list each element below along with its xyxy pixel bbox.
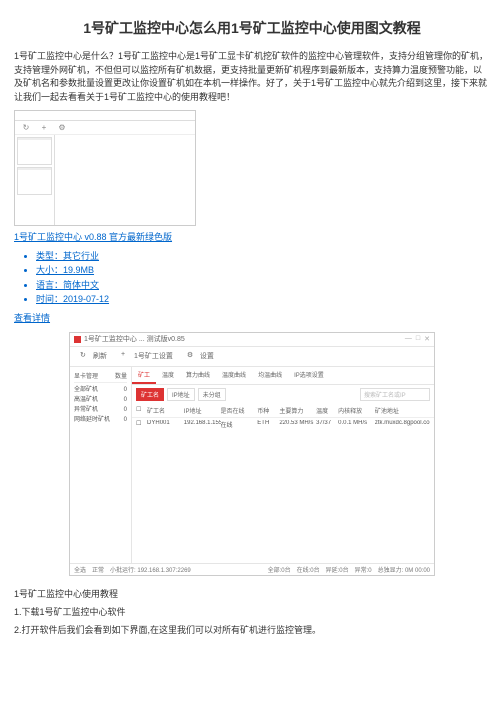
minimize-icon[interactable]: — — [405, 335, 412, 343]
plus-icon: + — [121, 351, 131, 361]
toolbar-refresh-label: 刷新 — [93, 351, 107, 361]
td-ip: 192.168.1.155 — [184, 420, 221, 429]
window-title-text: 1号矿工监控中心 ... 测试版v0.85 — [84, 334, 185, 344]
th-temp: 温度 — [316, 406, 338, 415]
footer-online: 在线:0台 — [297, 565, 320, 574]
tab-temp[interactable]: 温度 — [156, 367, 180, 384]
td-pool: ztk.muxdc.8gpool.com:8008 — [375, 420, 430, 429]
tab-temp-curve[interactable]: 温度曲线 — [216, 367, 252, 384]
td-online: 在线 — [221, 420, 258, 429]
close-icon[interactable]: ✕ — [424, 335, 430, 343]
footer-total-hash: 总独显力: 0M 00:00 — [378, 565, 430, 574]
td-temp: 37/37 — [316, 420, 338, 429]
tab-bar: 矿工 温度 算力曲线 温度曲线 均温曲线 IP选项设置 — [132, 367, 434, 385]
info-size[interactable]: 大小：19.9MB — [36, 263, 490, 277]
maximize-icon[interactable]: □ — [416, 335, 420, 343]
tab-avg-curve[interactable]: 均温曲线 — [252, 367, 288, 384]
th-pool: 矿池地址 — [375, 406, 430, 415]
side-header-name: 显卡管理 — [74, 371, 98, 380]
step-1: 1.下载1号矿工监控中心软件 — [14, 604, 490, 620]
td-name: DYH001 — [147, 420, 184, 429]
footer-abnormal: 异常:0 — [355, 565, 372, 574]
side-row-value: 0 — [124, 395, 127, 405]
toolbar-add-label: 1号矿工设置 — [134, 351, 173, 361]
section-heading: 1号矿工监控中心使用教程 — [14, 586, 490, 602]
side-row-value: 0 — [124, 385, 127, 395]
info-lang[interactable]: 语言：简体中文 — [36, 278, 490, 292]
th-hash: 主要算力 — [279, 406, 316, 415]
footer-batch: 小批运行: 192.168.1.307:2269 — [110, 565, 191, 574]
gear-icon: ⚙ — [57, 123, 67, 133]
thumb-main-area — [55, 135, 195, 225]
td-core: 0.0.1 MH/s — [338, 420, 375, 429]
main-screenshot: 1号矿工监控中心 ... 测试版v0.85 — □ ✕ ↻ 刷新 + 1号矿工设… — [69, 332, 435, 576]
side-row-label: 高温矿机 — [74, 395, 98, 405]
detail-link[interactable]: 查看详情 — [14, 311, 490, 324]
window-titlebar: 1号矿工监控中心 ... 测试版v0.85 — □ ✕ — [70, 333, 434, 347]
th-coin: 币种 — [257, 406, 279, 415]
toolbar-settings[interactable]: ⚙ 设置 — [187, 351, 214, 361]
refresh-icon: ↻ — [21, 123, 31, 133]
side-row-delay[interactable]: 网络延时矿机 0 — [74, 415, 127, 425]
footer-total: 全部:0台 — [268, 565, 291, 574]
footer-delay: 异延:0台 — [326, 565, 349, 574]
toolbar-refresh[interactable]: ↻ 刷新 — [80, 351, 107, 361]
toolbar-add[interactable]: + 1号矿工设置 — [121, 351, 173, 361]
td-hash: 220.53 MH/s — [279, 420, 316, 429]
app-icon — [74, 336, 81, 343]
footer-select-all[interactable]: 全选 — [74, 565, 86, 574]
side-row-label: 异常矿机 — [74, 405, 98, 415]
app-toolbar: ↻ 刷新 + 1号矿工设置 ⚙ 设置 — [70, 347, 434, 367]
tab-hash-curve[interactable]: 算力曲线 — [180, 367, 216, 384]
thumb-toolbar: ↻ + ⚙ — [15, 121, 195, 135]
refresh-icon: ↻ — [80, 351, 90, 361]
add-icon: + — [39, 123, 49, 133]
toolbar-settings-label: 设置 — [200, 351, 214, 361]
tab-miner[interactable]: 矿工 — [132, 367, 156, 384]
thumbnail-screenshot: ↻ + ⚙ — [14, 110, 196, 226]
th-ip: IP地址 — [184, 406, 221, 415]
download-link[interactable]: 1号矿工监控中心 v0.88 官方最新绿色版 — [14, 230, 490, 243]
main-panel: 矿工 温度 算力曲线 温度曲线 均温曲线 IP选项设置 矿工名 IP地址 未分组… — [132, 367, 434, 563]
side-row-label: 网络延时矿机 — [74, 415, 110, 425]
step-2: 2.打开软件后我们会看到如下界面,在这里我们可以对所有矿机进行监控管理。 — [14, 622, 490, 638]
sidebar: 显卡管理 数量 全部矿机 0 高温矿机 0 异常矿机 0 网络延时矿机 0 — [70, 367, 132, 563]
search-input[interactable]: 搜索矿工名或IP — [360, 388, 430, 401]
filter-ip[interactable]: IP地址 — [167, 388, 195, 401]
th-online: 是否在线 — [221, 406, 258, 415]
side-row-all[interactable]: 全部矿机 0 — [74, 385, 127, 395]
info-date[interactable]: 时间：2019-07-12 — [36, 292, 490, 306]
thumb-titlebar — [15, 111, 195, 121]
th-core: 内核释放 — [338, 406, 375, 415]
th-checkbox[interactable]: ☐ — [136, 406, 147, 415]
side-row-label: 全部矿机 — [74, 385, 98, 395]
side-row-value: 0 — [124, 405, 127, 415]
status-bar: 全选 正常 小批运行: 192.168.1.307:2269 全部:0台 在线:… — [70, 563, 434, 575]
side-row-value: 0 — [124, 415, 127, 425]
intro-paragraph: 1号矿工监控中心是什么？1号矿工监控中心是1号矿工显卡矿机挖矿软件的监控中心管理… — [14, 50, 490, 104]
gear-icon: ⚙ — [187, 351, 197, 361]
td-checkbox[interactable]: ☐ — [136, 420, 147, 429]
filter-bar: 矿工名 IP地址 未分组 搜索矿工名或IP — [132, 385, 434, 404]
filter-miner-name[interactable]: 矿工名 — [136, 388, 164, 401]
side-row-abnormal[interactable]: 异常矿机 0 — [74, 405, 127, 415]
info-type[interactable]: 类型：其它行业 — [36, 249, 490, 263]
side-header-count: 数量 — [115, 371, 127, 380]
side-row-hot[interactable]: 高温矿机 0 — [74, 395, 127, 405]
page-title: 1号矿工监控中心怎么用1号矿工监控中心使用图文教程 — [14, 18, 490, 38]
info-list: 类型：其它行业 大小：19.9MB 语言：简体中文 时间：2019-07-12 — [14, 249, 490, 307]
th-name: 矿工名 — [147, 406, 184, 415]
filter-ungrouped[interactable]: 未分组 — [198, 388, 226, 401]
table-header: ☐ 矿工名 IP地址 是否在线 币种 主要算力 温度 内核释放 矿池地址 — [132, 404, 434, 418]
table-row[interactable]: ☐ DYH001 192.168.1.155 在线 ETH 220.53 MH/… — [132, 418, 434, 431]
thumb-sidebar — [15, 135, 55, 225]
tab-ip-settings[interactable]: IP选项设置 — [288, 367, 330, 384]
footer-normal: 正常 — [92, 565, 104, 574]
td-coin: ETH — [257, 420, 279, 429]
